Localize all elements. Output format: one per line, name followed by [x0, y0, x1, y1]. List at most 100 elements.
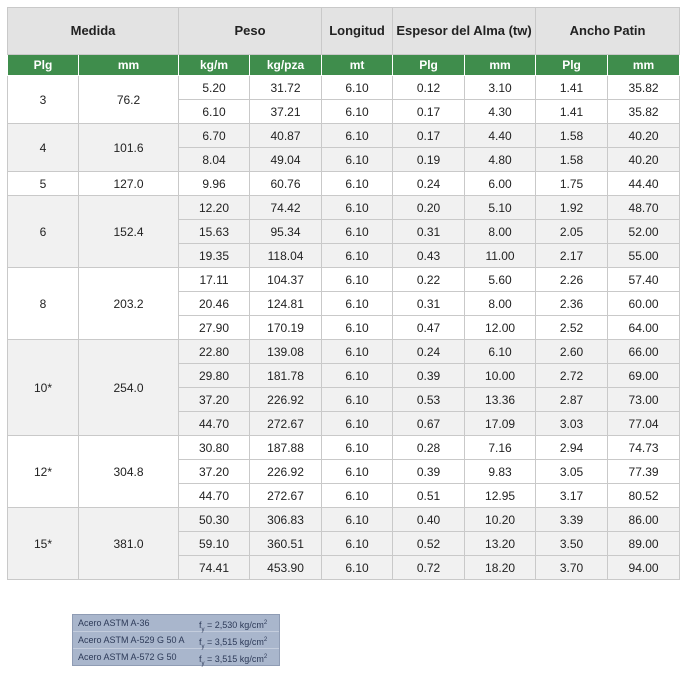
flange-plg-cell: 2.05	[535, 219, 609, 244]
web-plg-cell: 0.72	[392, 555, 466, 580]
unit-header-plg: Plg	[7, 54, 79, 76]
flange-mm-cell: 40.20	[607, 123, 681, 148]
weight-kg-pza-cell: 118.04	[249, 243, 323, 268]
weight-kg-m-cell: 59.10	[178, 531, 251, 556]
weight-kg-pza-cell: 60.76	[249, 171, 323, 196]
web-plg-cell: 0.22	[392, 267, 466, 292]
weight-kg-m-cell: 27.90	[178, 315, 251, 340]
weight-kg-m-cell: 44.70	[178, 411, 251, 436]
weight-kg-pza-cell: 74.42	[249, 195, 323, 220]
table-row: 10* 254.0 22.80 139.08 6.10 0.24 6.10 2.60 66.00	[7, 339, 681, 436]
table-row: 8 203.2 17.11 104.37 6.10 0.22 5.60 2.26 57.40	[7, 267, 681, 340]
web-plg-cell: 0.47	[392, 315, 466, 340]
flange-plg-cell: 1.92	[535, 195, 609, 220]
header-peso: Peso	[178, 7, 323, 55]
beam-spec-table: Medida Peso Longitud Espesor del Alma (t…	[6, 7, 681, 580]
web-mm-cell: 18.20	[464, 555, 537, 580]
web-plg-cell: 0.67	[392, 411, 466, 436]
flange-mm-cell: 74.73	[607, 435, 681, 460]
flange-plg-cell: 2.26	[535, 267, 609, 292]
flange-mm-cell: 48.70	[607, 195, 681, 220]
size-plg-cell: 6	[7, 195, 79, 268]
flange-plg-cell: 3.03	[535, 411, 609, 436]
web-mm-cell: 4.80	[464, 147, 537, 172]
weight-kg-m-cell: 50.30	[178, 507, 251, 532]
table-row: 12* 304.8 30.80 187.88 6.10 0.28 7.16 2.94 74.73	[7, 435, 681, 508]
flange-plg-cell: 3.70	[535, 555, 609, 580]
weight-kg-m-cell: 30.80	[178, 435, 251, 460]
unit-header-patin-plg: Plg	[535, 54, 609, 76]
size-plg-cell: 15*	[7, 507, 79, 580]
web-plg-cell: 0.39	[392, 459, 466, 484]
flange-plg-cell: 1.58	[535, 147, 609, 172]
web-plg-cell: 0.24	[392, 171, 466, 196]
flange-mm-cell: 73.00	[607, 387, 681, 412]
header-espesor-alma: Espesor del Alma (tw)	[392, 7, 537, 55]
web-plg-cell: 0.12	[392, 75, 466, 100]
yield-value: = 3,515 kg/cm	[207, 637, 264, 647]
weight-kg-pza-cell: 37.21	[249, 99, 323, 124]
length-cell: 6.10	[321, 267, 394, 292]
flange-mm-cell: 60.00	[607, 291, 681, 316]
web-plg-cell: 0.53	[392, 387, 466, 412]
weight-kg-m-cell: 6.70	[178, 123, 251, 148]
web-mm-cell: 3.10	[464, 75, 537, 100]
flange-mm-cell: 80.52	[607, 483, 681, 508]
size-mm-cell: 203.2	[77, 267, 180, 340]
web-plg-cell: 0.19	[392, 147, 466, 172]
length-cell: 6.10	[321, 483, 394, 508]
size-mm-cell: 254.0	[77, 339, 180, 436]
length-cell: 6.10	[321, 363, 394, 388]
flange-mm-cell: 57.40	[607, 267, 681, 292]
flange-mm-cell: 86.00	[607, 507, 681, 532]
steel-grade-name: Acero ASTM A-529 G 50 A	[78, 635, 185, 645]
weight-kg-pza-cell: 31.72	[249, 75, 323, 100]
header-longitud: Longitud	[321, 7, 394, 55]
length-cell: 6.10	[321, 195, 394, 220]
weight-kg-m-cell: 37.20	[178, 387, 251, 412]
web-plg-cell: 0.31	[392, 219, 466, 244]
steel-grade-row: Acero ASTM A-572 G 50 fy = 3,515 kg/cm2	[73, 649, 279, 667]
weight-kg-pza-cell: 306.83	[249, 507, 323, 532]
weight-kg-pza-cell: 272.67	[249, 483, 323, 508]
flange-mm-cell: 55.00	[607, 243, 681, 268]
weight-kg-pza-cell: 49.04	[249, 147, 323, 172]
length-cell: 6.10	[321, 123, 394, 148]
size-plg-cell: 4	[7, 123, 79, 172]
unit-header-mm: mm	[77, 54, 180, 76]
web-mm-cell: 8.00	[464, 291, 537, 316]
web-mm-cell: 11.00	[464, 243, 537, 268]
weight-kg-pza-cell: 95.34	[249, 219, 323, 244]
flange-plg-cell: 1.41	[535, 75, 609, 100]
length-cell: 6.10	[321, 459, 394, 484]
web-mm-cell: 4.30	[464, 99, 537, 124]
size-mm-cell: 381.0	[77, 507, 180, 580]
weight-kg-m-cell: 19.35	[178, 243, 251, 268]
flange-plg-cell: 2.36	[535, 291, 609, 316]
flange-plg-cell: 1.75	[535, 171, 609, 196]
size-plg-cell: 3	[7, 75, 79, 124]
web-mm-cell: 12.95	[464, 483, 537, 508]
flange-plg-cell: 3.17	[535, 483, 609, 508]
web-mm-cell: 6.10	[464, 339, 537, 364]
weight-kg-pza-cell: 187.88	[249, 435, 323, 460]
length-cell: 6.10	[321, 99, 394, 124]
yield-value: = 3,515 kg/cm	[207, 654, 264, 664]
table-row: 4 101.6 6.70 40.87 6.10 0.17 4.40 1.58 40.20	[7, 123, 681, 172]
length-cell: 6.10	[321, 243, 394, 268]
length-cell: 6.10	[321, 219, 394, 244]
size-mm-cell: 76.2	[77, 75, 180, 124]
flange-mm-cell: 69.00	[607, 363, 681, 388]
length-cell: 6.10	[321, 315, 394, 340]
size-plg-cell: 12*	[7, 435, 79, 508]
steel-grade-row: Acero ASTM A-36 fy = 2,530 kg/cm2	[73, 615, 279, 633]
web-mm-cell: 5.10	[464, 195, 537, 220]
flange-plg-cell: 3.50	[535, 531, 609, 556]
unit-header-kg-m: kg/m	[178, 54, 251, 76]
weight-kg-m-cell: 29.80	[178, 363, 251, 388]
weight-kg-m-cell: 22.80	[178, 339, 251, 364]
table-row: 3 76.2 5.20 31.72 6.10 0.12 3.10 1.41 35.82	[7, 75, 681, 124]
unit-header-kg-pza: kg/pza	[249, 54, 323, 76]
size-mm-cell: 101.6	[77, 123, 180, 172]
unit-superscript: 2	[263, 620, 268, 626]
